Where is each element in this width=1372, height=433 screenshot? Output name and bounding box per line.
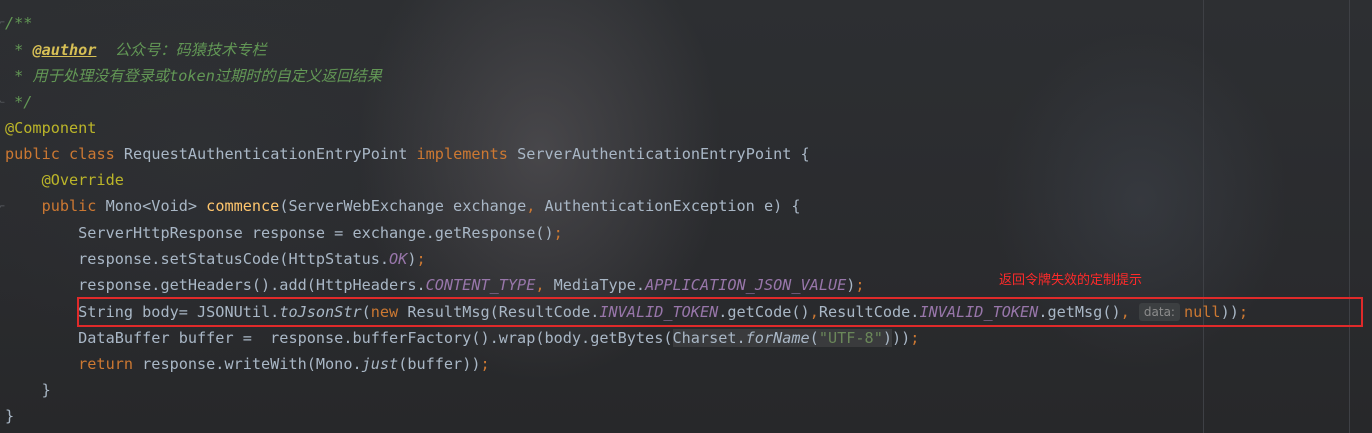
semicolon: ; [855,276,865,294]
comma: , [526,197,536,215]
static-method-forname: forName [745,329,810,347]
code-line-4: */ [5,89,32,115]
author-text: 公众号：码猿技术专栏 [96,41,267,59]
method-params-2: AuthenticationException e) { [535,197,801,215]
statement-part: MediaType. [544,276,646,294]
static-method-just: just [361,355,399,373]
code-line-13: DataBuffer buffer = response.bufferFacto… [5,325,919,351]
static-field-json: APPLICATION_JSON_VALUE [645,276,847,294]
paren: (buffer)) [398,355,481,373]
comment-prefix: * [5,41,33,59]
interface-name: ServerAuthenticationEntryPoint { [517,145,810,163]
code-line-1: /** [5,10,32,36]
code-line-7: @Override [5,167,124,193]
code-line-8: public Mono<Void> commence(ServerWebExch… [5,193,801,219]
keyword-return: return [5,355,134,373]
method-params: (ServerWebExchange exchange [279,197,527,215]
statement: response.setStatusCode(HttpStatus. [5,250,390,268]
semicolon: ; [416,250,426,268]
paren: ) [407,250,417,268]
override-annotation: @Override [5,171,124,189]
method-name: commence [206,197,280,215]
code-line-5: @Component [5,115,96,141]
string-literal: "UTF-8" [818,329,883,347]
highlight-box [77,297,1363,327]
comment-description: * 用于处理没有登录或token过期时的自定义返回结果 [5,67,382,85]
javadoc-author-tag: @author [32,41,97,59]
paren: )) [892,329,911,347]
keyword-class: class [69,145,115,163]
comment-end: */ [5,93,33,111]
code-line-14: return response.writeWith(Mono.just(buff… [5,351,490,377]
keyword-public: public [5,197,97,215]
method-close-brace: } [5,381,51,399]
keyword-public: public [5,145,60,163]
code-line-16: } [5,403,14,429]
static-field-content-type: CONTENT_TYPE [425,276,536,294]
paren: ( [809,329,819,347]
statement: response.writeWith(Mono. [133,355,362,373]
code-line-2: * @author 公众号：码猿技术专栏 [5,37,267,63]
code-line-11: response.getHeaders().add(HttpHeaders.CO… [5,272,865,298]
semicolon: ; [910,329,920,347]
code-line-9: ServerHttpResponse response = exchange.g… [5,220,563,246]
component-annotation: @Component [5,119,97,137]
annotation-note: 返回令牌失效的定制提示 [999,273,1143,288]
statement: response.getHeaders().add(HttpHeaders. [5,276,426,294]
static-field-ok: OK [389,250,408,268]
code-editor[interactable]: ⌐ /** * @author 公众号：码猿技术专栏 * 用于处理没有登录或to… [0,0,1372,433]
class-name: RequestAuthenticationEntryPoint [123,145,408,163]
code-line-10: response.setStatusCode(HttpStatus.OK); [5,246,426,272]
code-line-6: public class RequestAuthenticationEntryP… [5,141,810,167]
paren: ) [882,329,892,347]
code-line-3: * 用于处理没有登录或token过期时的自定义返回结果 [5,63,382,89]
comment-start: /** [5,14,33,32]
class-close-brace: } [5,407,15,425]
highlighted-expression: Charset.forName("UTF-8") [672,329,892,347]
comma: , [535,276,545,294]
keyword-implements: implements [416,145,508,163]
statement: DataBuffer buffer = response.bufferFacto… [5,329,673,347]
return-type: Mono<Void> [96,197,207,215]
semicolon: ; [480,355,490,373]
charset-class: Charset. [672,329,746,347]
semicolon: ; [553,224,563,242]
code-line-15: } [5,377,51,403]
statement: ServerHttpResponse response = exchange.g… [5,224,554,242]
